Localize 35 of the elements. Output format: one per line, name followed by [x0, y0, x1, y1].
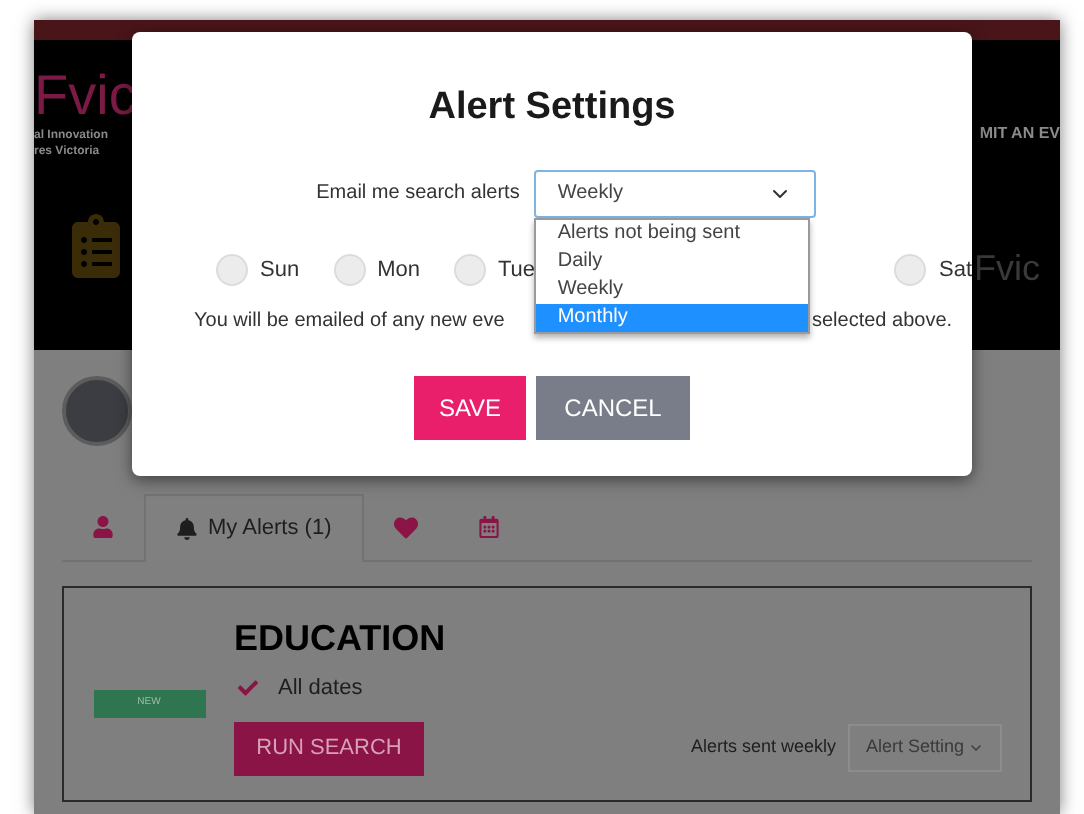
- logo-text: Fvic: [34, 64, 137, 128]
- alert-title: EDUCATION: [234, 616, 446, 660]
- calendar-icon: [477, 516, 500, 538]
- user-icon: [92, 516, 114, 538]
- dropdown-option[interactable]: Daily: [535, 247, 808, 275]
- avatar: [62, 376, 132, 446]
- note-text: You will be emailed of any new eve: [194, 308, 507, 336]
- save-button[interactable]: SAVE: [414, 376, 526, 440]
- nav-link[interactable]: MIT AN EV: [979, 122, 1060, 146]
- banner-text: Fvic: [974, 246, 1040, 292]
- alert-setting-button[interactable]: Alert Setting: [847, 724, 1002, 772]
- criteria-label: All dates: [278, 674, 363, 704]
- chevron-down-icon: [968, 740, 984, 756]
- dropdown-option[interactable]: Monthly: [535, 303, 808, 331]
- dropdown-option[interactable]: Weekly: [535, 275, 808, 303]
- day-label: Tue: [497, 255, 536, 285]
- frequency-label: Email me search alerts: [316, 180, 520, 208]
- note-text: selected above.: [812, 308, 953, 336]
- day-label: Mon: [377, 255, 420, 285]
- bell-icon: [176, 518, 198, 540]
- radio-button[interactable]: [333, 253, 366, 286]
- dropdown-option[interactable]: Alerts not being sent: [535, 219, 808, 247]
- heart-icon: [393, 515, 418, 539]
- cancel-button[interactable]: CANCEL: [536, 376, 690, 440]
- day-label: Sun: [260, 255, 300, 285]
- frequency-text: Alerts sent weekly: [690, 733, 836, 760]
- radio-button[interactable]: [216, 253, 248, 286]
- radio-button[interactable]: [894, 253, 927, 286]
- run-search-button[interactable]: RUN SEARCH: [234, 721, 424, 775]
- day-label: Sat: [938, 255, 972, 285]
- radio-button[interactable]: [453, 253, 486, 286]
- tab[interactable]: My Alerts (1): [144, 494, 364, 562]
- dialog-title: Alert Settings: [428, 84, 676, 132]
- clipboard-icon: [70, 214, 122, 278]
- frequency-select[interactable]: Weekly: [533, 169, 816, 217]
